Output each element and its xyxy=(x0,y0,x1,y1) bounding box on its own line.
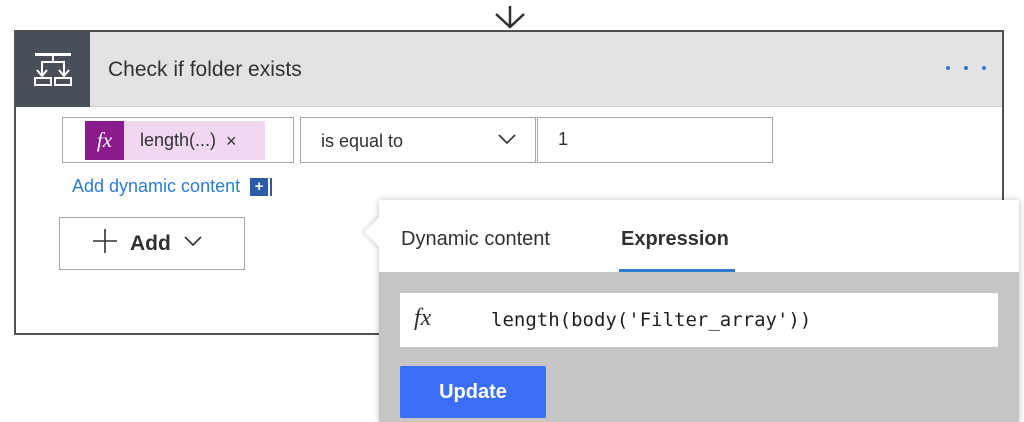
expression-panel: fx length(body('Filter_array')) Update xyxy=(379,272,1019,422)
flow-connector-arrow-icon xyxy=(493,6,527,32)
add-dynamic-content-icon[interactable]: + xyxy=(250,177,269,196)
condition-right-operand[interactable]: 1 xyxy=(537,117,773,163)
condition-left-operand[interactable]: fx length(...) × xyxy=(62,117,294,163)
card-header[interactable]: Check if folder exists xyxy=(16,32,1002,107)
plus-icon xyxy=(92,228,118,259)
chevron-down-icon xyxy=(183,234,203,253)
add-dynamic-content-link[interactable]: Add dynamic content + xyxy=(72,176,273,197)
operator-dropdown[interactable]: is equal to xyxy=(300,117,536,163)
tab-dynamic-content[interactable]: Dynamic content xyxy=(401,228,550,251)
operator-selected: is equal to xyxy=(321,131,404,151)
add-button-label: Add xyxy=(130,231,171,255)
expression-token[interactable]: fx length(...) × xyxy=(85,121,265,160)
add-dynamic-content-label[interactable]: Add dynamic content xyxy=(72,176,240,197)
expression-text[interactable]: length(body('Filter_array')) xyxy=(491,309,811,331)
chevron-down-icon xyxy=(497,132,517,151)
condition-icon xyxy=(16,32,90,107)
add-button[interactable]: Add xyxy=(59,217,245,270)
fx-icon: fx xyxy=(414,305,432,331)
more-options-icon[interactable] xyxy=(946,58,986,78)
fx-icon: fx xyxy=(85,121,124,160)
tab-expression[interactable]: Expression xyxy=(621,228,729,251)
add-dynamic-content-bar xyxy=(270,177,273,196)
expression-input[interactable]: fx length(body('Filter_array')) xyxy=(400,293,998,347)
dynamic-content-popover: Dynamic content Expression fx length(bod… xyxy=(379,200,1019,422)
token-label[interactable]: length(...) xyxy=(140,130,216,151)
remove-token-icon[interactable]: × xyxy=(226,132,237,150)
update-button[interactable]: Update xyxy=(400,366,546,418)
card-title[interactable]: Check if folder exists xyxy=(108,58,302,82)
popover-pointer-cover xyxy=(380,212,402,254)
right-operand-value: 1 xyxy=(558,129,569,149)
